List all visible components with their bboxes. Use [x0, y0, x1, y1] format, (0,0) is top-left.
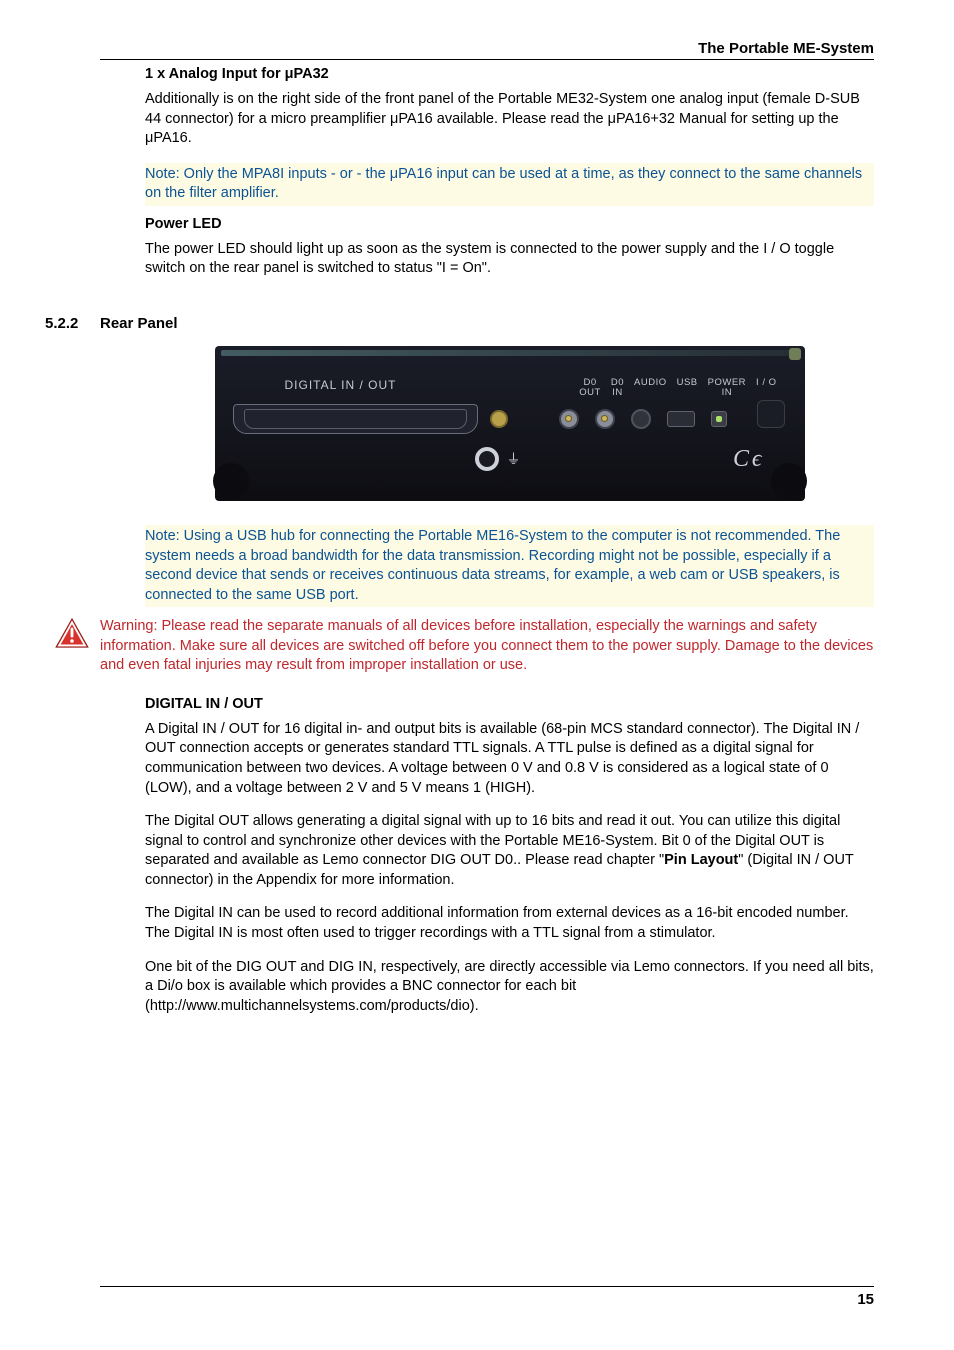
- label-audio: AUDIO: [634, 378, 667, 388]
- port-ground-screw: [490, 410, 508, 428]
- note-usb-hub: Note: Using a USB hub for connecting the…: [145, 525, 874, 607]
- port-power-in: [711, 411, 727, 427]
- digital-p1: A Digital IN / OUT for 16 digital in- an…: [145, 720, 874, 798]
- digital-p4: One bit of the DIG OUT and DIG IN, respe…: [145, 958, 874, 1017]
- label-usb: USB: [677, 378, 698, 388]
- port-d0-in: [595, 409, 615, 429]
- label-digital-in-out: DIGITAL IN / OUT: [285, 378, 397, 392]
- section-power-led-title: Power LED: [145, 216, 874, 232]
- page-number: 15: [100, 1286, 874, 1308]
- warning-icon: [54, 617, 90, 654]
- label-d0-out: D0OUT: [579, 378, 601, 399]
- section-analog-input-title: 1 x Analog Input for μPA32: [145, 66, 874, 82]
- section-number: 5.2.2: [45, 315, 100, 332]
- section-digital-in-out-title: DIGITAL IN / OUT: [145, 696, 874, 712]
- digital-p2: The Digital OUT allows generating a digi…: [145, 812, 874, 890]
- label-d0-in: D0IN: [611, 378, 624, 399]
- page-header: The Portable ME-System: [100, 40, 874, 57]
- port-usb: [667, 411, 695, 427]
- ground-socket: [475, 447, 499, 471]
- digital-p3: The Digital IN can be used to record add…: [145, 904, 874, 943]
- power-led-paragraph: The power LED should light up as soon as…: [145, 240, 874, 279]
- port-dsub-68: [233, 404, 478, 434]
- section-title-rear-panel: Rear Panel: [100, 315, 178, 332]
- foot-right: [771, 463, 807, 499]
- label-io: I / O: [756, 378, 776, 388]
- port-d0-out: [559, 409, 579, 429]
- rear-panel-figure: DIGITAL IN / OUT D0OUT D0IN AUDIO USB PO…: [145, 346, 874, 501]
- warning-text: Warning: Please read the separate manual…: [100, 617, 874, 676]
- ground-symbol-icon: ⏚: [507, 449, 521, 469]
- header-rule: [100, 59, 874, 60]
- analog-input-paragraph: Additionally is on the right side of the…: [145, 90, 874, 149]
- foot-left: [213, 463, 249, 499]
- port-audio: [631, 409, 651, 429]
- label-power: POWERIN: [708, 378, 746, 399]
- ce-mark: C ϵ: [733, 446, 760, 473]
- note-mpa8i: Note: Only the MPA8I inputs - or - the μ…: [145, 163, 874, 206]
- switch-io: [757, 400, 785, 428]
